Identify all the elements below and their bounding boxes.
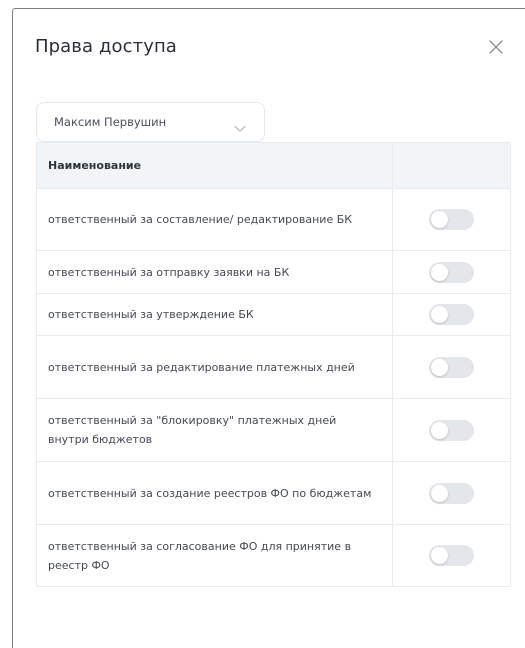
column-header-name: Наименование	[36, 142, 393, 189]
toggle-knob	[431, 421, 448, 439]
permission-toggle[interactable]	[429, 419, 474, 441]
table-row: ответственный за отправку заявки на БК	[36, 250, 511, 294]
column-header-toggle	[392, 142, 511, 189]
permission-toggle[interactable]	[429, 209, 474, 230]
table-row: ответственный за согласование ФО для при…	[36, 524, 511, 587]
user-select[interactable]: Максим Первушин	[36, 102, 265, 142]
user-select-value: Максим Первушин	[54, 115, 167, 129]
permission-toggle[interactable]	[429, 261, 474, 283]
permission-label: ответственный за согласование ФО для при…	[36, 524, 393, 587]
table-row: ответственный за "блокировку" платежных …	[36, 398, 511, 462]
close-icon	[489, 40, 503, 54]
toggle-knob	[431, 306, 448, 323]
table-row: ответственный за создание реестров ФО по…	[36, 461, 511, 525]
table-header-row: Наименование	[36, 142, 511, 189]
modal-title: Права доступа	[35, 36, 177, 57]
permission-toggle[interactable]	[429, 545, 474, 566]
toggle-knob	[431, 263, 448, 281]
toggle-knob	[431, 358, 448, 376]
permission-label: ответственный за "блокировку" платежных …	[36, 398, 393, 462]
permission-label: ответственный за редактирование платежны…	[36, 335, 393, 399]
permission-label: ответственный за отправку заявки на БК	[36, 250, 393, 294]
chevron-down-icon	[234, 118, 246, 137]
permissions-table: Наименование ответственный за составлени…	[36, 142, 511, 587]
table-row: ответственный за утверждение БК	[36, 293, 511, 336]
toggle-knob	[431, 211, 448, 228]
permission-label: ответственный за утверждение БК	[36, 293, 393, 336]
permission-label: ответственный за составление/ редактиров…	[36, 188, 393, 251]
toggle-knob	[431, 547, 448, 564]
toggle-knob	[431, 484, 448, 502]
permission-toggle[interactable]	[429, 482, 474, 504]
permission-toggle[interactable]	[429, 356, 474, 378]
access-rights-modal: Права доступа Максим Первушин Наименован…	[12, 8, 525, 648]
permission-toggle[interactable]	[429, 304, 474, 325]
table-row: ответственный за редактирование платежны…	[36, 335, 511, 399]
close-button[interactable]	[486, 37, 506, 57]
permission-label: ответственный за создание реестров ФО по…	[36, 461, 393, 525]
table-row: ответственный за составление/ редактиров…	[36, 188, 511, 251]
